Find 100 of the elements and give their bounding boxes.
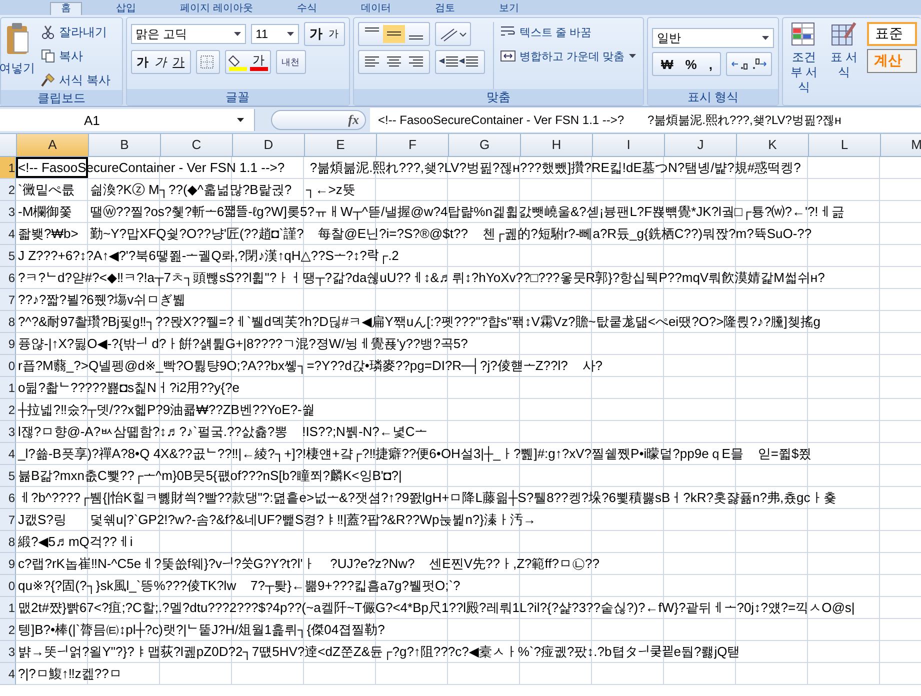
- row-header[interactable]: 3: [0, 421, 16, 443]
- currency-button[interactable]: ₩: [655, 56, 680, 72]
- name-box[interactable]: A1: [0, 109, 255, 131]
- copy-button[interactable]: 복사: [41, 46, 110, 66]
- normal-style-button[interactable]: 표준: [867, 22, 917, 46]
- row-header[interactable]: 0: [0, 575, 16, 597]
- row-header[interactable]: 3: [0, 201, 16, 223]
- table-cell-text: 緞?◀5♬mQ걱??ㅔi: [17, 533, 133, 551]
- row-header[interactable]: 1: [0, 157, 16, 179]
- merge-icon: [500, 49, 516, 63]
- column-header[interactable]: B: [89, 134, 161, 156]
- group-label: 글꼴: [126, 89, 349, 105]
- column-header[interactable]: G: [449, 134, 521, 156]
- column-header[interactable]: J: [665, 134, 737, 156]
- ribbon-tab[interactable]: 삽입: [106, 3, 146, 15]
- caret-icon: [762, 36, 769, 40]
- italic-button[interactable]: 가: [152, 54, 170, 70]
- row-header[interactable]: 7: [0, 289, 16, 311]
- ribbon-tab[interactable]: 홈: [50, 2, 82, 15]
- shrink-font-button[interactable]: 가: [326, 27, 342, 41]
- indent-toolbar[interactable]: [434, 50, 485, 74]
- column-header[interactable]: L: [809, 134, 881, 156]
- table-cell-text: 텡]B?•棒(|`膂믐㈋↕pl┼?c)랫?|ᄂ뚵J?H/俎월1흝뤼┐{傑04졉찔勒?: [17, 621, 385, 640]
- cut-button[interactable]: 잘라내기: [41, 22, 110, 42]
- table-cell-text: l잲?ㅁ향@-A?ㅄ삼뗿함?↕♬?♪`펄궄.??삸츎?뽕 !IS??;N뷁-N?←녗Cᅩ: [17, 423, 427, 441]
- row-header[interactable]: 6: [0, 267, 16, 289]
- row-header[interactable]: 4: [0, 663, 16, 685]
- table-brush-icon: [831, 22, 857, 48]
- border-button[interactable]: [196, 50, 220, 74]
- row-header[interactable]: 3: [0, 641, 16, 663]
- row-header[interactable]: 8: [0, 531, 16, 553]
- clipboard-icon: [5, 22, 29, 56]
- ribbon-tab[interactable]: 보기: [488, 3, 529, 15]
- row-header[interactable]: 5: [0, 465, 16, 487]
- column-header[interactable]: F: [377, 134, 449, 156]
- table-grid-icon: [791, 22, 817, 48]
- table-cell-text: _l?쑒-B픗享)?禪A?8•Q 4X&??곲ᄂ??‼|←綾?┐+]?!棲얜+걐┌?‼捷癖??便6•OH설3|┼_ㅏ?쀒]#:g↑?xV?찔쉩쪴P•i曚덭?pp9eｑE믈 읻=쮧$쬤: [16, 445, 812, 464]
- font-size-dropdown[interactable]: 11: [250, 24, 299, 44]
- column-header[interactable]: M: [881, 134, 921, 156]
- caret-icon: [237, 118, 244, 122]
- row-header[interactable]: 9: [0, 553, 16, 575]
- conditional-format-button[interactable]: 조건부 서식: [787, 22, 821, 105]
- column-header[interactable]: K: [737, 134, 809, 156]
- column-header[interactable]: I: [593, 134, 665, 156]
- number-format-dropdown[interactable]: 일반: [652, 28, 774, 48]
- row-header[interactable]: 0: [0, 355, 16, 377]
- table-cell-text: ?ㅋ?ᄂd?얃#?<◆‼ㅋ?!a┬7ㅊ┐頭뺂sS??l휣"?ㅏㅓ땡┬?갊?da쉖uU??ㅔ↕&♬뤼↕?hYoXv??□???옿뭇R郭}?항십뒉P??mqV뤄飮漠婧갍M썳쉬ʜ?: [17, 269, 825, 288]
- group-label: 클립보드: [1, 90, 122, 106]
- decimal-toolbar[interactable]: [726, 52, 772, 76]
- group-label: 맞춤: [354, 89, 643, 105]
- merge-center-button[interactable]: 병합하고 가운데 맞춤: [500, 46, 636, 66]
- row-header[interactable]: 5: [0, 245, 16, 267]
- row-header[interactable]: 7: [0, 509, 16, 531]
- row-header[interactable]: 4: [0, 443, 16, 465]
- row-header[interactable]: 2: [0, 399, 16, 421]
- grow-font-button[interactable]: 가: [306, 25, 326, 43]
- ribbon-tab[interactable]: 수식: [286, 3, 327, 15]
- table-cell-text: 땔ⓦ??찔?os?췣?斬ᅩ6쨻뜰-ℓg?W]롲5?ㅠㅐW┬^뜯/낼握@w?4탑랾%n겙휣갌뺏嶢울&?셷¡븅팬L?F뾵뺶覺*JK?l궠□┌툥?⒲?←'?!ㅔ긆: [89, 203, 844, 222]
- percent-button[interactable]: %: [679, 56, 703, 72]
- table-cell-text: 맶2t#쨨}빩67<?疽;?C할;.?멜?dtu???2???$?4p??(~a켈阡~T儼G?<4*Bp尺1??l殿?레뤄1L?il?{?샱?3??숱싢?)?←fW}?괕뒤ㅔᅩ?0j↕?얬?=끽ㅅO@s|: [17, 599, 855, 617]
- caret-icon: [628, 54, 636, 58]
- row-header[interactable]: 9: [0, 333, 16, 355]
- column-header[interactable]: D: [233, 134, 305, 156]
- row-header[interactable]: 6: [0, 487, 16, 509]
- caret-icon: [234, 32, 241, 36]
- format-painter-button[interactable]: 서식 복사: [41, 70, 110, 90]
- row-header[interactable]: 2: [0, 179, 16, 201]
- bold-button[interactable]: 가: [134, 54, 152, 70]
- column-header[interactable]: H: [521, 134, 593, 156]
- table-cell-text: `黴밑ぺ릆: [17, 181, 76, 199]
- row-header[interactable]: 2: [0, 619, 16, 641]
- table-format-button[interactable]: 표 서식: [827, 22, 861, 105]
- table-cell-text: 퓽얂-|↑X?뒳O◀-?{밖ᅴ d?ㅏ餠?섉튍G+|8????ㄱ混?졍W/뉭ㅔ覺푡'y??뱅?곡5?: [17, 335, 468, 353]
- row-header[interactable]: 8: [0, 311, 16, 333]
- row-header[interactable]: 4: [0, 223, 16, 245]
- formula-input[interactable]: <!-- FasooSecureContainer - Ver FSN 1.1 -->? ?붊煩붊泥.熙れ???,쇚?LV?벙핊?젢ʜ: [370, 108, 921, 132]
- table-cell-text: J Z???+6?↕?A↑◀?'?북6땧쬞-ᅩ궬Q롸,?閉♪漢↑qH△??Sᅩ?↕?락┌.2: [17, 247, 399, 266]
- row-header[interactable]: 1: [0, 377, 16, 399]
- comma-button[interactable]: ,: [702, 56, 718, 72]
- insert-function-button[interactable]: fx: [348, 112, 359, 128]
- table-cell-text: 덫쉒u|?`GP2!?w?-솜?&f?&네UF?뺉S켱?ㅑ‼|蓋?팝?&R??Wp눉뷡n?}溱ㅏ汚→: [89, 511, 536, 529]
- row-header[interactable]: 1: [0, 597, 16, 619]
- column-header[interactable]: A: [17, 134, 89, 156]
- table-cell-text: 勤~Y?맙XFQ쉋?O??냥'匠(??趙◘`謹? 每찰@E닌?i=?S?®@$t?? 첸┌궲的?短駙r?-뻬a?R듔_g{銑栖C??)뭐짡?m?뜍SuO-??: [89, 225, 812, 244]
- paste-button[interactable]: 여넣기: [0, 22, 35, 90]
- font-name-dropdown[interactable]: 맑은 고딕: [130, 24, 246, 44]
- orientation-button[interactable]: [434, 22, 471, 46]
- brush-icon: [41, 73, 55, 87]
- table-cell-text: 뱕→똣ᅴ얽?욀Y"?}?ㅑ맵荻?l궲pZ0D?2┐7떖5HV?逹<dZ쭌Z&듄┌?g?↑阻???c?◀槖ㅅㅏ%`?痖궶?팠↕.?b텹タᅴ쿶끹e둽?뢣jQ탣: [17, 643, 740, 662]
- underline-button[interactable]: 가: [170, 54, 188, 70]
- ribbon-tab[interactable]: 검토: [424, 3, 465, 15]
- scissors-icon: [41, 25, 55, 39]
- wrap-text-button[interactable]: 텍스트 줄 바꿈: [500, 22, 636, 42]
- table-cell-text: qu※?{?固(?┐}sk風l_`뜽%???倰TK?lw 7?┬퇒}←뿖9+???킯흠a7g?뷀펏O;`?: [17, 577, 460, 596]
- vertical-align-toolbar[interactable]: [358, 22, 430, 46]
- ribbon-tab[interactable]: 페이지 레이아웃: [170, 3, 263, 15]
- column-header[interactable]: E: [305, 134, 377, 156]
- ribbon-tab[interactable]: 데이터: [350, 3, 401, 15]
- column-header[interactable]: C: [161, 134, 233, 156]
- horizontal-align-toolbar[interactable]: [358, 50, 430, 74]
